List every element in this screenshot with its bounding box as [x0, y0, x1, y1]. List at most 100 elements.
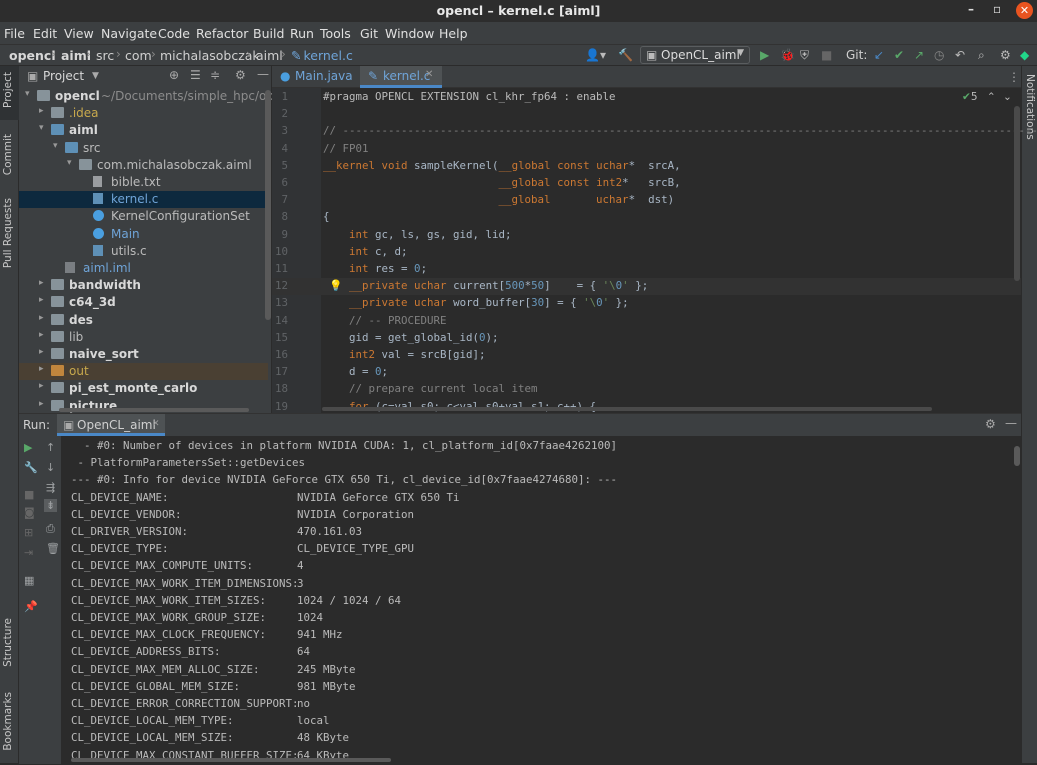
- code-editor[interactable]: ● Main.java ✎ kernel.c ✕ ⋮ ✔5 ⌃ ⌄ 1 #prag…: [272, 66, 1037, 413]
- collapsed-arrow-icon[interactable]: ▸: [39, 347, 44, 357]
- tool-tab-bookmarks[interactable]: Bookmarks: [2, 692, 14, 751]
- run-tab-opencl-aiml[interactable]: ▣ OpenCL_aiml ✕: [57, 414, 165, 436]
- collapsed-arrow-icon[interactable]: ▸: [39, 295, 44, 305]
- pin-icon[interactable]: 📌: [24, 600, 38, 613]
- rollback-icon[interactable]: ↶: [955, 48, 965, 62]
- expanded-arrow-icon[interactable]: ▾: [39, 123, 44, 133]
- debug-icon[interactable]: 🐞: [780, 48, 795, 62]
- code-line[interactable]: 17 d = 0;: [272, 364, 1021, 381]
- code-line[interactable]: 9 int gc, ls, gs, gid, lid;: [272, 227, 1021, 244]
- code-line[interactable]: 15 gid = get_global_id(0);: [272, 330, 1021, 347]
- code-line[interactable]: 16 int2 val = srcB[gid];: [272, 347, 1021, 364]
- scroll-to-end-icon[interactable]: ⇟: [44, 499, 58, 512]
- exit-icon[interactable]: ⇥: [24, 546, 33, 559]
- search-icon[interactable]: ⌕: [978, 48, 985, 63]
- rerun-icon[interactable]: ▶: [24, 441, 32, 454]
- code-line[interactable]: 6 __global const int2* srcB,: [272, 175, 1021, 192]
- console-scrollbar[interactable]: [1014, 446, 1020, 466]
- console-hscrollbar[interactable]: [71, 758, 391, 762]
- tree-item[interactable]: aiml.iml: [19, 260, 268, 277]
- tree-item[interactable]: ▸ out: [19, 363, 268, 381]
- scroll-up-icon[interactable]: ↑: [46, 441, 55, 454]
- print-icon[interactable]: ⎙: [46, 522, 55, 536]
- code-line[interactable]: 2: [272, 106, 1021, 123]
- expanded-arrow-icon[interactable]: ▾: [25, 89, 30, 99]
- tree-item[interactable]: ▸ naive_sort: [19, 346, 268, 363]
- collapsed-arrow-icon[interactable]: ▸: [39, 399, 44, 409]
- collapsed-arrow-icon[interactable]: ▸: [39, 364, 44, 374]
- scroll-down-icon[interactable]: ↓: [46, 461, 55, 474]
- stop-icon[interactable]: ■: [24, 488, 34, 501]
- tree-item[interactable]: ▾ opencl ~/Documents/simple_hpc/opencl: [19, 88, 299, 105]
- chevron-down-icon[interactable]: ▼: [92, 71, 99, 81]
- soft-wrap-icon[interactable]: ⇶: [46, 481, 55, 494]
- code-line[interactable]: 5 __kernel void sampleKernel(__global con…: [272, 158, 1021, 175]
- collapsed-arrow-icon[interactable]: ▸: [39, 278, 44, 288]
- stop-icon[interactable]: ■: [821, 48, 832, 62]
- breadcrumb-michalasobczak[interactable]: michalasobczak: [160, 48, 260, 63]
- close-button[interactable]: ✕: [1016, 2, 1033, 19]
- build-hammer-icon[interactable]: 🔨: [618, 48, 633, 62]
- tool-tab-pull-requests[interactable]: Pull Requests: [2, 198, 14, 268]
- run-icon[interactable]: ▶: [760, 48, 769, 62]
- breadcrumb-com[interactable]: com: [125, 48, 152, 63]
- tree-item[interactable]: kernel.c: [19, 191, 268, 209]
- git-commit-icon[interactable]: ✔: [894, 48, 904, 62]
- tree-item[interactable]: ▸ lib: [19, 329, 268, 346]
- tab-main-java[interactable]: ● Main.java: [272, 66, 358, 88]
- collapsed-arrow-icon[interactable]: ▸: [39, 381, 44, 391]
- code-line[interactable]: 8{: [272, 209, 1021, 226]
- menu-window[interactable]: Window: [385, 26, 434, 41]
- code-line[interactable]: 14 // -- PROCEDURE: [272, 313, 1021, 330]
- minimize-button[interactable]: –: [968, 2, 974, 16]
- menu-code[interactable]: Code: [158, 26, 190, 41]
- maximize-button[interactable]: ▫: [993, 2, 1001, 16]
- code-line[interactable]: 11 int res = 0;: [272, 261, 1021, 278]
- wrench-icon[interactable]: 🔧: [24, 461, 38, 474]
- hide-panel-icon[interactable]: —: [1005, 416, 1017, 430]
- breadcrumb-kernel-file[interactable]: ✎ kernel.c: [291, 48, 353, 63]
- settings-gear-icon[interactable]: ⚙: [1000, 48, 1011, 62]
- tool-tab-commit[interactable]: Commit: [2, 134, 14, 175]
- menu-refactor[interactable]: Refactor: [196, 26, 248, 41]
- code-line[interactable]: 10 int c, d;: [272, 244, 1021, 261]
- expand-all-icon[interactable]: ☰: [190, 68, 201, 82]
- tree-item[interactable]: ▾ com.michalasobczak.aiml: [19, 157, 268, 174]
- menu-edit[interactable]: Edit: [33, 26, 57, 41]
- dump-threads-icon[interactable]: ⊞: [24, 526, 33, 539]
- code-line[interactable]: 12 __private uchar current[500*50] = { '…: [272, 278, 1021, 296]
- git-update-icon[interactable]: ↙: [874, 48, 884, 62]
- menu-file[interactable]: File: [4, 26, 25, 41]
- menu-view[interactable]: View: [64, 26, 94, 41]
- history-icon[interactable]: ◷: [934, 48, 944, 62]
- project-hscrollbar[interactable]: [59, 408, 249, 412]
- code-line[interactable]: 3 // ------------------------------------…: [272, 123, 1037, 140]
- layout-icon[interactable]: ▦: [24, 574, 34, 587]
- expanded-arrow-icon[interactable]: ▾: [53, 141, 58, 151]
- tree-item[interactable]: ▸ bandwidth: [19, 277, 268, 294]
- menu-run[interactable]: Run: [290, 26, 314, 41]
- run-configuration-select[interactable]: ▣ OpenCL_aiml ▼: [640, 46, 750, 64]
- menu-tools[interactable]: Tools: [320, 26, 351, 41]
- collapsed-arrow-icon[interactable]: ▸: [39, 313, 44, 323]
- tree-item[interactable]: KernelConfigurationSet: [19, 208, 268, 225]
- gear-icon[interactable]: ⚙: [235, 68, 246, 82]
- tree-item[interactable]: ▸ c64_3d: [19, 294, 268, 311]
- collapse-all-icon[interactable]: ≑: [210, 68, 220, 82]
- project-scrollbar[interactable]: [265, 90, 271, 320]
- camera-icon[interactable]: ◙: [24, 506, 35, 519]
- close-tab-icon[interactable]: ✕: [152, 419, 160, 429]
- code-line[interactable]: 18 // prepare current local item: [272, 381, 1021, 398]
- menu-help[interactable]: Help: [439, 26, 468, 41]
- code-line[interactable]: 1 #pragma OPENCL EXTENSION cl_khr_fp64 : …: [272, 89, 1021, 106]
- project-panel-title[interactable]: Project: [43, 69, 84, 83]
- locate-icon[interactable]: ⊕: [169, 68, 179, 82]
- editor-hscrollbar[interactable]: [322, 407, 932, 411]
- tree-item[interactable]: ▸ des: [19, 312, 268, 329]
- tree-item[interactable]: ▸ pi_est_monte_carlo: [19, 380, 268, 397]
- code-line[interactable]: 7 __global uchar* dst): [272, 192, 1021, 209]
- tree-item[interactable]: ▾ src: [19, 140, 268, 157]
- menu-navigate[interactable]: Navigate: [101, 26, 157, 41]
- menu-git[interactable]: Git: [360, 26, 378, 41]
- tree-item[interactable]: ▾ aiml: [19, 122, 268, 139]
